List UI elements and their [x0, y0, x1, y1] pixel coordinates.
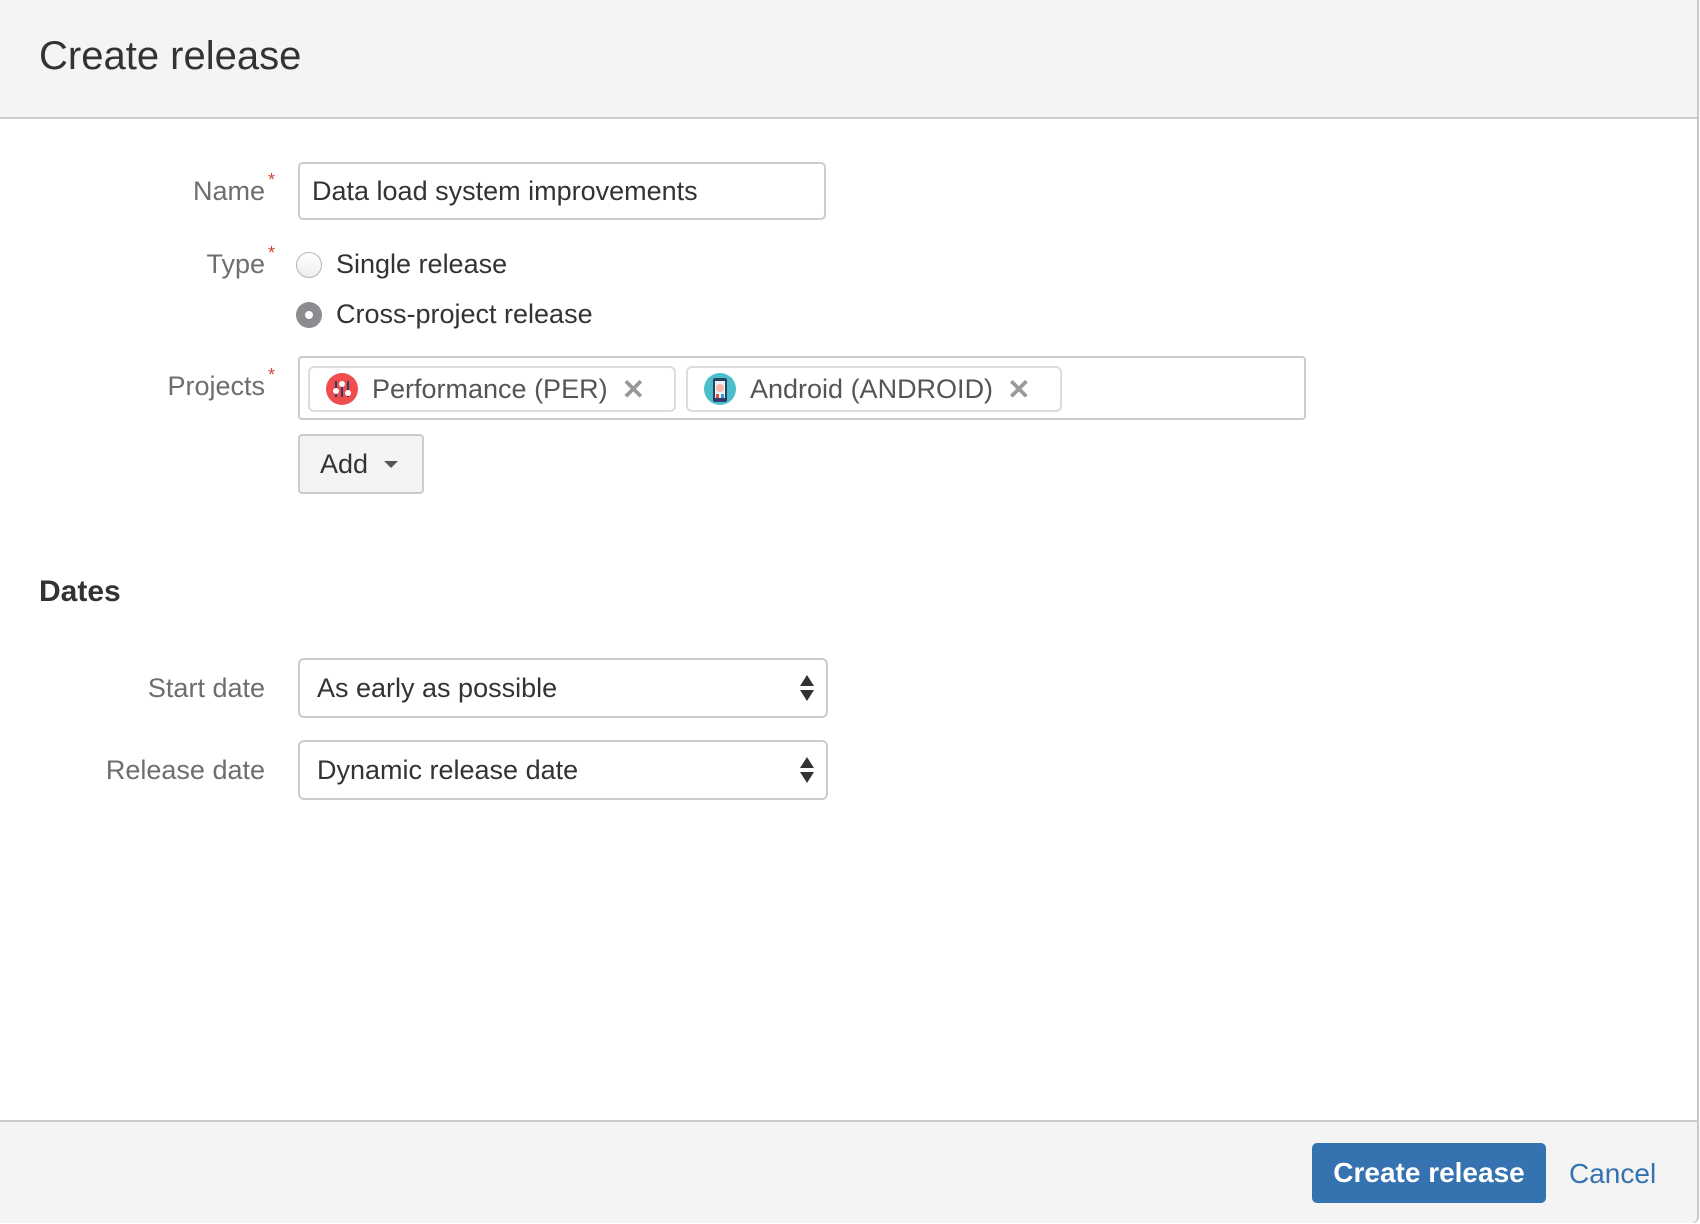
dialog-title: Create release — [39, 34, 302, 78]
remove-performance-icon[interactable]: ✕ — [622, 373, 645, 406]
release-date-select[interactable]: Dynamic release date — [298, 740, 828, 800]
projects-label: Projects * — [167, 365, 275, 401]
project-chip-android: Android (ANDROID) ✕ — [686, 366, 1062, 412]
cancel-link[interactable]: Cancel — [1569, 1158, 1656, 1190]
radio-unselected-icon[interactable] — [296, 251, 322, 278]
required-marker: * — [267, 170, 275, 190]
release-date-label: Release date — [105, 755, 265, 785]
select-arrows-icon — [800, 675, 814, 703]
dates-section-title: Dates — [39, 575, 121, 608]
project-chip-performance: Performance (PER) ✕ — [308, 366, 676, 412]
create-release-dialog: Create release Name * Data load system im… — [0, 0, 1699, 1223]
name-label: Name * — [192, 170, 275, 206]
create-release-button[interactable]: Create release — [1312, 1143, 1546, 1203]
name-input[interactable]: Data load system improvements — [298, 162, 826, 220]
performance-project-avatar-icon — [326, 373, 358, 405]
type-label: Type * — [206, 243, 275, 279]
radio-single-release[interactable]: Single release — [296, 249, 507, 280]
projects-multiselect[interactable]: Performance (PER) ✕ Android (ANDROID) ✕ — [298, 356, 1306, 420]
remove-android-icon[interactable]: ✕ — [1007, 373, 1030, 406]
chevron-down-icon — [384, 460, 399, 468]
android-project-avatar-icon — [704, 373, 736, 405]
start-date-select[interactable]: As early as possible — [298, 658, 828, 718]
select-arrows-icon — [800, 757, 814, 785]
required-marker: * — [267, 243, 275, 263]
dialog-footer: Create release Cancel — [0, 1120, 1697, 1223]
add-project-button[interactable]: Add — [298, 434, 424, 494]
required-marker: * — [267, 365, 275, 385]
dialog-header: Create release — [0, 0, 1697, 119]
radio-cross-project-release[interactable]: Cross-project release — [296, 299, 593, 330]
start-date-label: Start date — [147, 673, 265, 703]
radio-selected-icon[interactable] — [296, 301, 322, 328]
